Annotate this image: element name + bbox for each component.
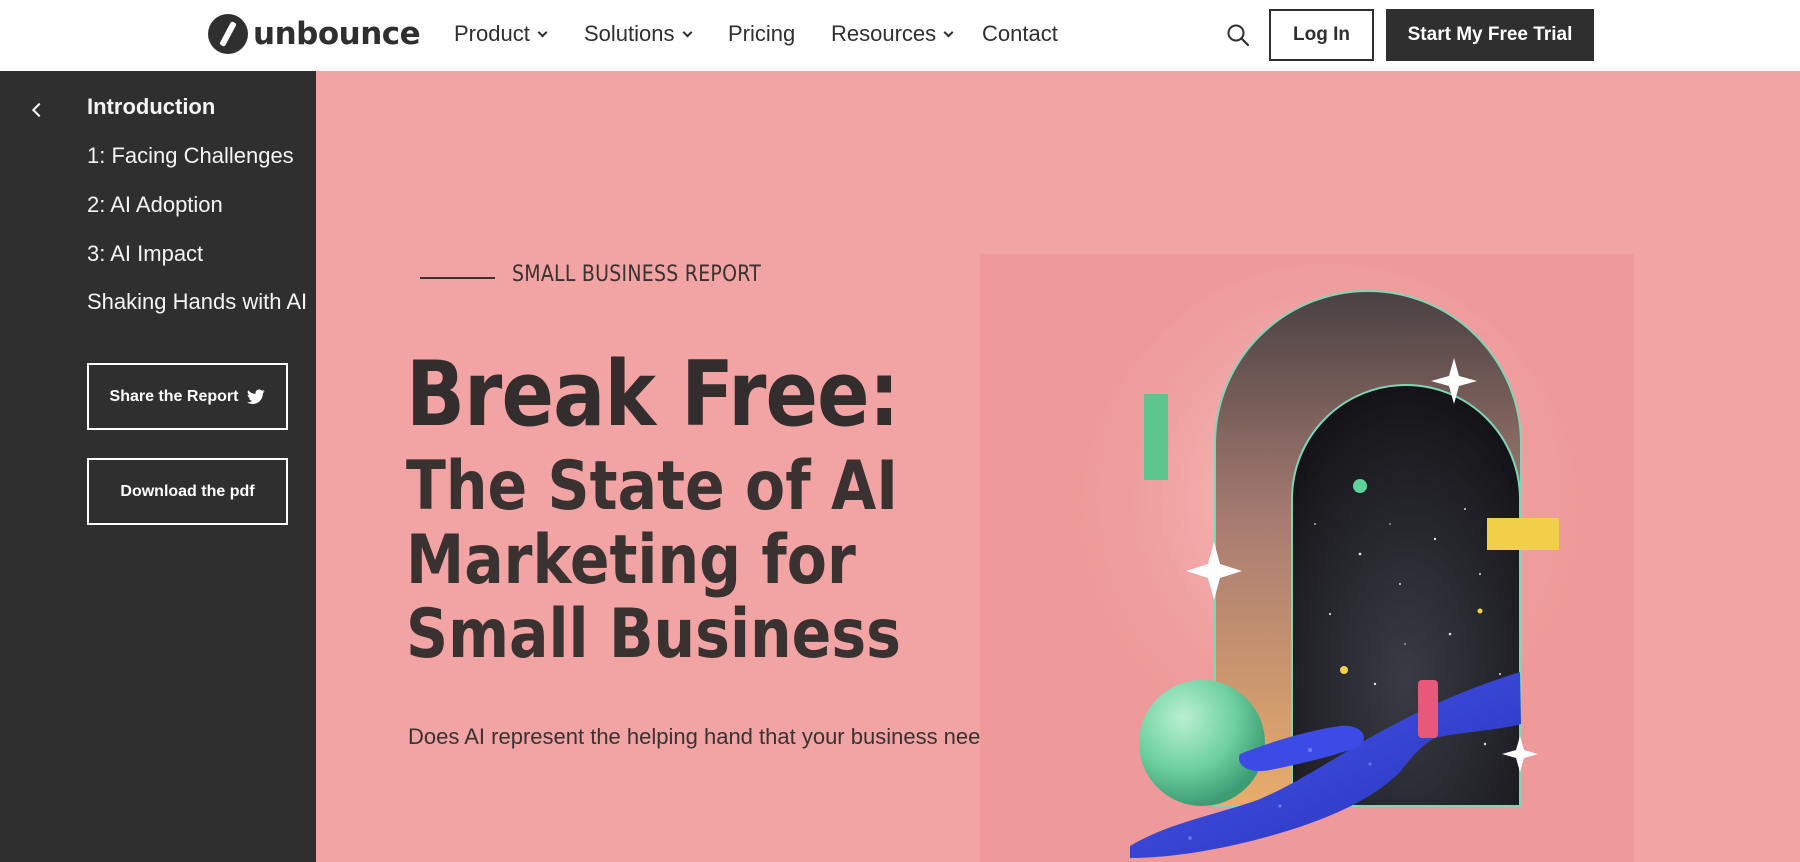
- hero-illustration: [980, 254, 1634, 862]
- nav-item-pricing[interactable]: Pricing: [728, 17, 795, 51]
- logo-wordmark: unbounce: [253, 16, 421, 52]
- unbounce-logo-icon: [208, 14, 248, 54]
- nav-item-product[interactable]: Product: [454, 17, 548, 51]
- nav-item-solutions[interactable]: Solutions: [584, 17, 692, 51]
- nav-item-label: Contact: [982, 21, 1058, 46]
- search-icon[interactable]: [1226, 23, 1250, 47]
- start-free-trial-button[interactable]: Start My Free Trial: [1386, 9, 1594, 61]
- unbounce-logo[interactable]: unbounce: [208, 14, 421, 54]
- sidebar-item-facing-challenges[interactable]: 1: Facing Challenges: [87, 143, 294, 169]
- chevron-down-icon: [943, 27, 954, 37]
- chevron-down-icon: [682, 27, 692, 37]
- ai-hand-portal-illustration: [1080, 264, 1580, 858]
- nav-item-label: Resources: [831, 21, 937, 46]
- share-report-label: Share the Report: [109, 387, 239, 405]
- nav-item-contact[interactable]: Contact: [982, 17, 1058, 51]
- nav-item-resources[interactable]: Resources: [831, 17, 954, 51]
- top-navigation: unbounce Product Solutions Pricing Resou…: [0, 0, 1800, 71]
- chevron-left-icon[interactable]: [30, 103, 44, 117]
- download-pdf-button[interactable]: Download the pdf: [87, 458, 288, 525]
- sidebar-item-introduction[interactable]: Introduction: [87, 94, 215, 120]
- nav-item-label: Product: [454, 21, 530, 46]
- report-eyebrow: SMALL BUSINESS REPORT: [512, 262, 762, 287]
- page-title: Break Free:: [406, 342, 900, 447]
- login-button[interactable]: Log In: [1269, 9, 1374, 61]
- chevron-down-icon: [537, 27, 548, 37]
- sidebar-item-ai-impact[interactable]: 3: AI Impact: [87, 241, 203, 267]
- share-report-button[interactable]: Share the Report: [87, 363, 288, 430]
- report-sidebar: Introduction 1: Facing Challenges 2: AI …: [0, 71, 316, 862]
- sidebar-item-shaking-hands[interactable]: Shaking Hands with AI: [87, 289, 307, 315]
- twitter-icon: [247, 389, 266, 404]
- nav-item-label: Solutions: [584, 21, 675, 46]
- eyebrow-divider: [420, 277, 495, 279]
- nav-item-label: Pricing: [728, 21, 796, 46]
- hero-lede: Does AI represent the helping hand that …: [408, 724, 1016, 749]
- page-subtitle: The State of AI Marketing for Small Busi…: [406, 447, 901, 674]
- sidebar-item-ai-adoption[interactable]: 2: AI Adoption: [87, 192, 223, 218]
